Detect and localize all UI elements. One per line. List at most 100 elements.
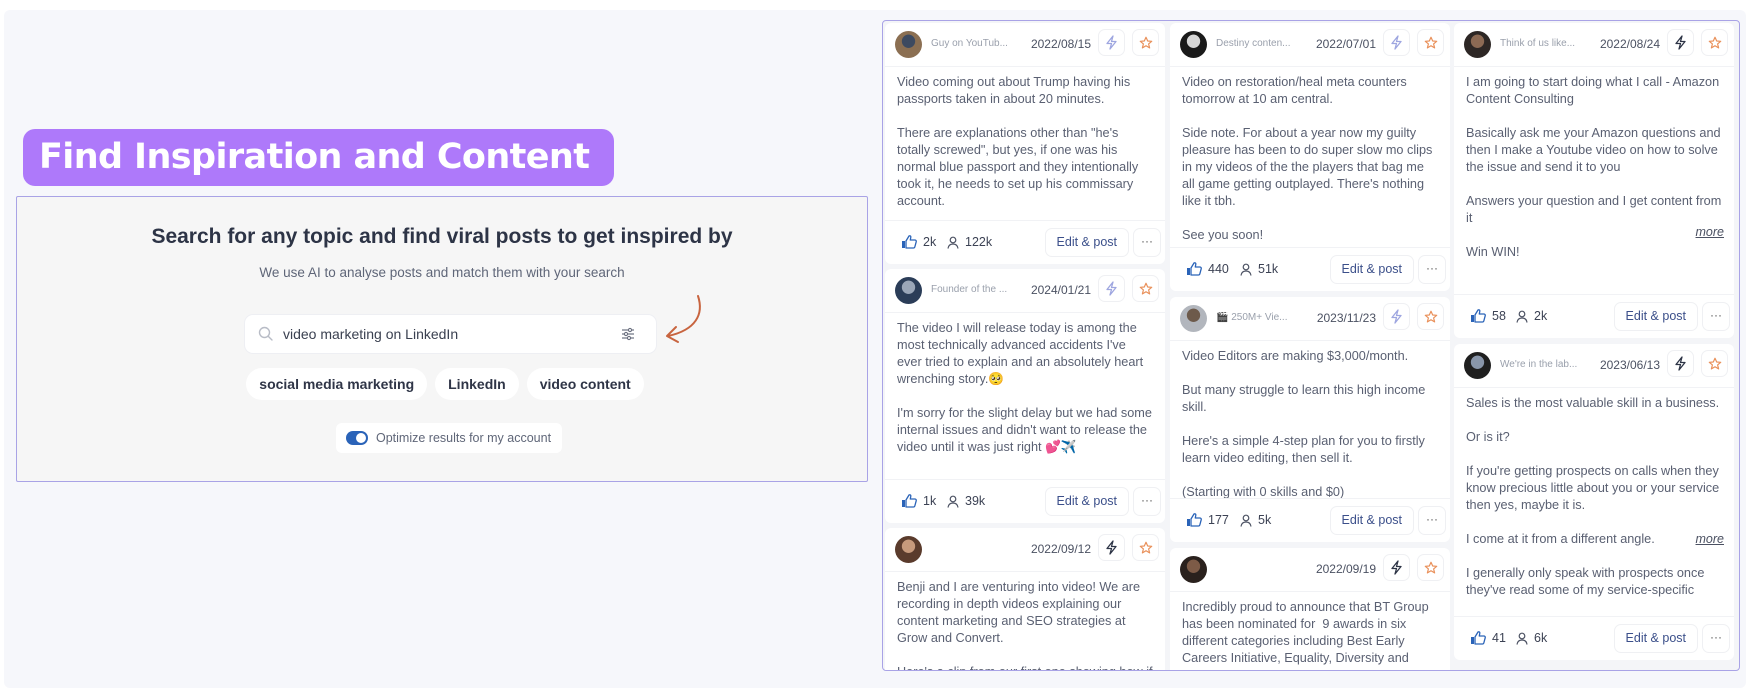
lightning-icon	[1674, 35, 1687, 50]
more-options-button[interactable]: ···	[1418, 506, 1446, 535]
search-input[interactable]	[283, 315, 603, 353]
reach-stat: 51k	[1240, 262, 1278, 276]
more-options-button[interactable]: ···	[1702, 302, 1730, 331]
reach-stat: 39k	[947, 494, 985, 508]
filter-sliders-icon[interactable]	[620, 326, 636, 342]
post-card-header: Founder of the ... 2024/01/21	[885, 269, 1165, 313]
star-icon	[1424, 310, 1438, 324]
panel-subtitle: We use AI to analyse posts and match the…	[259, 265, 625, 280]
edit-and-post-button[interactable]: Edit & post	[1613, 302, 1698, 331]
post-card-header: Destiny conten... 2022/07/01	[1170, 23, 1450, 67]
star-icon	[1424, 36, 1438, 50]
star-icon	[1424, 561, 1438, 575]
boost-button[interactable]	[1383, 554, 1410, 581]
reach-stat: 6k	[1516, 631, 1547, 645]
boost-button[interactable]	[1667, 350, 1694, 377]
likes-stat: 1k	[901, 494, 936, 508]
author-avatar[interactable]	[1180, 31, 1207, 58]
thumbs-up-icon	[1186, 262, 1202, 276]
author-headline: Destiny conten...	[1216, 38, 1291, 49]
reach-stat: 122k	[947, 235, 992, 249]
suggestion-chip[interactable]: social media marketing	[246, 368, 428, 400]
reach-stat: 5k	[1240, 513, 1271, 527]
more-options-button[interactable]: ···	[1702, 624, 1730, 653]
favorite-button[interactable]	[1132, 275, 1159, 302]
favorite-button[interactable]	[1417, 303, 1444, 330]
edit-and-post-button[interactable]: Edit & post	[1329, 506, 1414, 535]
lightning-icon	[1390, 560, 1403, 575]
star-icon	[1139, 541, 1153, 555]
author-avatar[interactable]	[895, 31, 922, 58]
post-date: 2022/08/24	[1599, 37, 1660, 51]
reach-count: 51k	[1258, 262, 1279, 276]
optimize-toggle[interactable]	[346, 431, 368, 445]
edit-and-post-button[interactable]: Edit & post	[1044, 487, 1129, 516]
post-card: 2022/09/12 Benji and I are venturing into…	[885, 528, 1165, 670]
author-avatar[interactable]	[1464, 31, 1491, 58]
post-card-header: 2022/09/12	[885, 528, 1165, 572]
boost-button[interactable]	[1667, 29, 1694, 56]
panel-title: Search for any topic and find viral post…	[151, 225, 733, 248]
post-card-header: Think of us like... 2022/08/24	[1454, 23, 1734, 67]
author-avatar[interactable]	[1464, 352, 1491, 379]
favorite-button[interactable]	[1417, 29, 1444, 56]
likes-count: 177	[1208, 513, 1229, 527]
thumbs-up-icon	[1470, 631, 1486, 645]
show-more-link[interactable]: more	[1692, 532, 1724, 546]
favorite-button[interactable]	[1701, 29, 1728, 56]
post-card-header: We're in the lab... 2023/06/13	[1454, 344, 1734, 388]
favorite-button[interactable]	[1701, 350, 1728, 377]
post-card-header: 🎬 250M+ Vie... 2023/11/23	[1170, 297, 1450, 341]
boost-button[interactable]	[1098, 275, 1125, 302]
lightning-icon	[1390, 35, 1403, 50]
post-date: 2022/08/15	[1030, 37, 1091, 51]
boost-button[interactable]	[1383, 303, 1410, 330]
edit-and-post-button[interactable]: Edit & post	[1329, 255, 1414, 284]
optimize-toggle-row: Optimize results for my account	[336, 423, 562, 453]
person-icon	[1516, 632, 1528, 645]
edit-and-post-button[interactable]: Edit & post	[1044, 228, 1129, 257]
reach-count: 39k	[965, 494, 986, 508]
suggestion-chip[interactable]: LinkedIn	[435, 368, 519, 400]
reach-count: 2k	[1534, 309, 1548, 323]
post-body: I am going to start doing what I call - …	[1466, 75, 1722, 259]
thumbs-up-icon	[1470, 309, 1486, 323]
posts-feed[interactable]: Guy on YouTub... 2022/08/15 Video coming o…	[882, 20, 1740, 671]
author-avatar[interactable]	[1180, 305, 1207, 332]
search-box[interactable]	[245, 315, 656, 353]
boost-button[interactable]	[1383, 29, 1410, 56]
edit-and-post-button[interactable]: Edit & post	[1613, 624, 1698, 653]
post-card-footer: 1k 39k Edit & post ···	[885, 479, 1165, 523]
author-avatar[interactable]	[895, 536, 922, 563]
thumbs-up-icon	[1186, 513, 1202, 527]
likes-count: 41	[1492, 631, 1506, 645]
boost-button[interactable]	[1098, 29, 1125, 56]
author-avatar[interactable]	[895, 277, 922, 304]
post-date: 2022/09/19	[1315, 562, 1376, 576]
post-body: Video on restoration/heal meta counters …	[1182, 75, 1433, 242]
post-card-header: Guy on YouTub... 2022/08/15	[885, 23, 1165, 67]
favorite-button[interactable]	[1417, 554, 1444, 581]
search-icon	[258, 326, 273, 341]
author-avatar[interactable]	[1180, 556, 1207, 583]
author-headline: We're in the lab...	[1500, 359, 1578, 370]
favorite-button[interactable]	[1132, 29, 1159, 56]
boost-button[interactable]	[1098, 534, 1125, 561]
person-icon	[1240, 514, 1252, 527]
likes-count: 58	[1492, 309, 1506, 323]
post-card-footer: 41 6k Edit & post ···	[1454, 616, 1734, 660]
suggestion-chip[interactable]: video content	[526, 368, 644, 400]
favorite-button[interactable]	[1132, 534, 1159, 561]
post-card: 2022/09/19 Incredibly proud to announce t…	[1170, 548, 1450, 670]
star-icon	[1139, 282, 1153, 296]
more-options-button[interactable]: ···	[1133, 228, 1161, 257]
author-headline: Founder of the ...	[931, 284, 1008, 295]
post-date: 2023/06/13	[1599, 358, 1660, 372]
show-more-link[interactable]: more	[1692, 225, 1724, 239]
likes-count: 2k	[923, 235, 937, 249]
post-card: Destiny conten... 2022/07/01 Video on rest…	[1170, 23, 1450, 291]
more-options-button[interactable]: ···	[1133, 487, 1161, 516]
post-body: Benji and I are venturing into video! We…	[897, 580, 1153, 670]
post-card-footer: 2k 122k Edit & post ···	[885, 220, 1165, 264]
more-options-button[interactable]: ···	[1418, 255, 1446, 284]
